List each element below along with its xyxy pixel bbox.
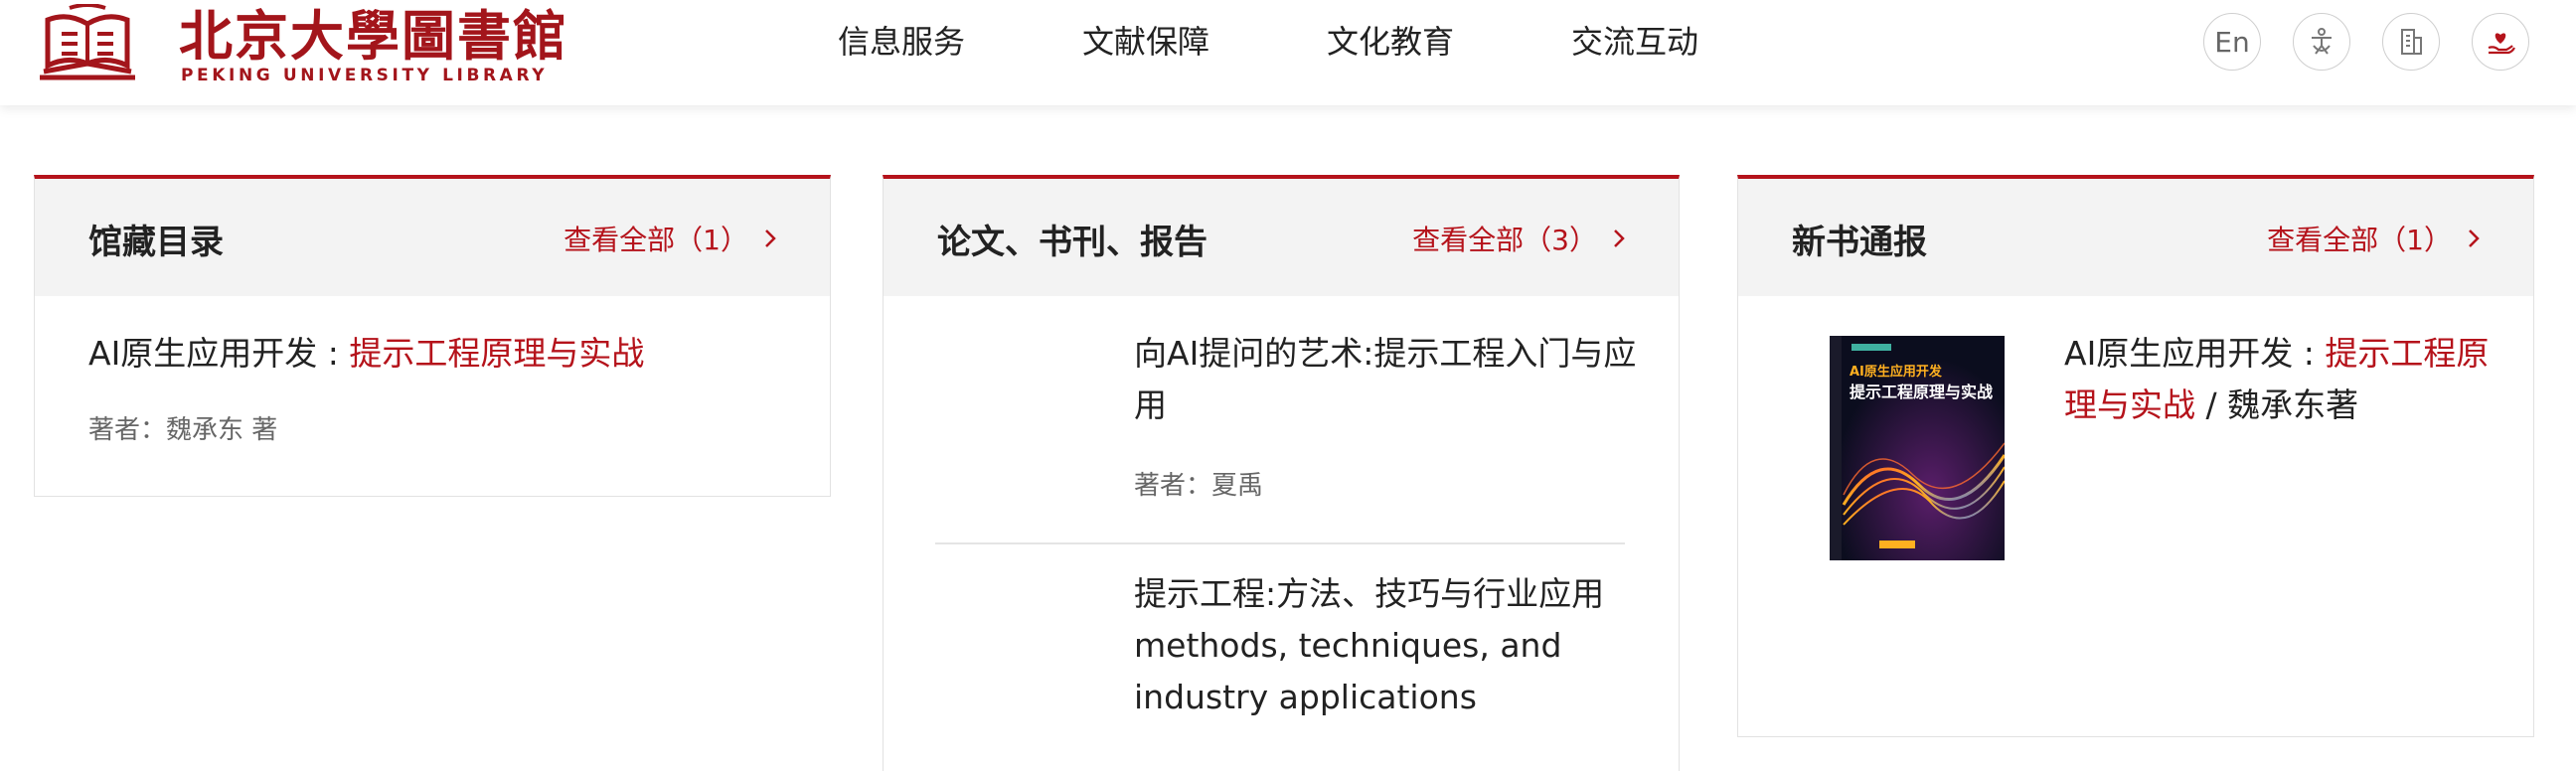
record-title-link[interactable]: 向AI提问的艺术:提示工程入门与应用 [1134, 328, 1651, 431]
nav-item-info-services[interactable]: 信息服务 [838, 20, 965, 64]
cover-title: 提示工程原理与实战 [1850, 383, 1993, 401]
library-seal-icon [40, 4, 135, 80]
donate-button[interactable] [2472, 13, 2529, 71]
accessibility-icon [2312, 28, 2332, 55]
record-author: 著者：夏禹 [1134, 471, 1264, 501]
card-title: 论文、书刊、报告 [937, 223, 1208, 262]
view-all-label: 查看全部（1） [564, 224, 748, 256]
library-logo[interactable]: 北京大學圖書館 PEKING UNIVERSITY LIBRARY [34, 4, 566, 85]
view-all-link[interactable]: 查看全部（1） [2267, 219, 2482, 258]
papers-card: 论文、书刊、报告 查看全部（3） 向AI提问的艺术:提示工程入门与应用 著者：夏… [883, 175, 1680, 771]
catalog-card: 馆藏目录 查看全部（1） AI原生应用开发 : 提示工程原理与实战 著者：魏承东… [34, 175, 831, 497]
accessibility-button[interactable] [2293, 13, 2350, 71]
language-button[interactable]: En [2203, 13, 2261, 71]
nav-item-resources[interactable]: 文献保障 [1082, 20, 1209, 64]
new-books-card: 新书通报 查看全部（1） AI原生应用开发 提示工程原理与实战 AI原生应用开发… [1737, 175, 2534, 737]
nav-item-interaction[interactable]: 交流互动 [1571, 20, 1698, 64]
building-button[interactable] [2382, 13, 2440, 71]
book-cover-image[interactable]: AI原生应用开发 提示工程原理与实战 [1830, 336, 2005, 560]
record-title-link[interactable]: 提示工程原理与实战 [349, 334, 644, 373]
donate-heart-icon [2488, 33, 2515, 55]
language-icon: En [2214, 25, 2250, 59]
chevron-right-icon [1614, 230, 1625, 247]
main-nav: 信息服务 文献保障 文化教育 交流互动 [838, 20, 1698, 64]
chevron-right-icon [2469, 230, 2480, 247]
nav-item-culture-education[interactable]: 文化教育 [1327, 20, 1454, 64]
header-tools: En [2203, 13, 2529, 71]
record-title-prefix: AI原生应用开发 : [2064, 334, 2326, 373]
card-header: 馆藏目录 查看全部（1） [35, 179, 830, 296]
view-all-label: 查看全部（1） [2267, 224, 2452, 256]
site-header: 北京大學圖書館 PEKING UNIVERSITY LIBRARY 信息服务 文… [0, 0, 2576, 105]
building-icon [2401, 29, 2422, 55]
card-title: 新书通报 [1792, 223, 1927, 262]
chevron-right-icon [765, 230, 776, 247]
divider [935, 542, 1625, 544]
view-all-label: 查看全部（3） [1412, 224, 1597, 256]
record-author-inline: / 魏承东著 [2195, 386, 2359, 424]
card-header: 论文、书刊、报告 查看全部（3） [884, 179, 1679, 296]
record-title: AI原生应用开发 : 提示工程原理与实战 [88, 328, 644, 380]
card-title: 馆藏目录 [88, 223, 224, 262]
record-title: AI原生应用开发 : 提示工程原理与实战 / 魏承东著 [2064, 328, 2501, 431]
logo-chinese-name: 北京大學圖書館 [179, 4, 568, 68]
view-all-link[interactable]: 查看全部（1） [564, 219, 778, 258]
record-title-prefix: AI原生应用开发 : [88, 334, 350, 373]
logo-english-name: PEKING UNIVERSITY LIBRARY [181, 66, 549, 85]
card-header: 新书通报 查看全部（1） [1738, 179, 2533, 296]
record-title-link[interactable]: 提示工程:方法、技巧与行业应用 methods, techniques, and… [1134, 568, 1651, 723]
record-author: 著者：魏承东 著 [88, 415, 278, 445]
cover-subtitle: AI原生应用开发 [1850, 364, 1943, 380]
view-all-link[interactable]: 查看全部（3） [1412, 219, 1627, 258]
